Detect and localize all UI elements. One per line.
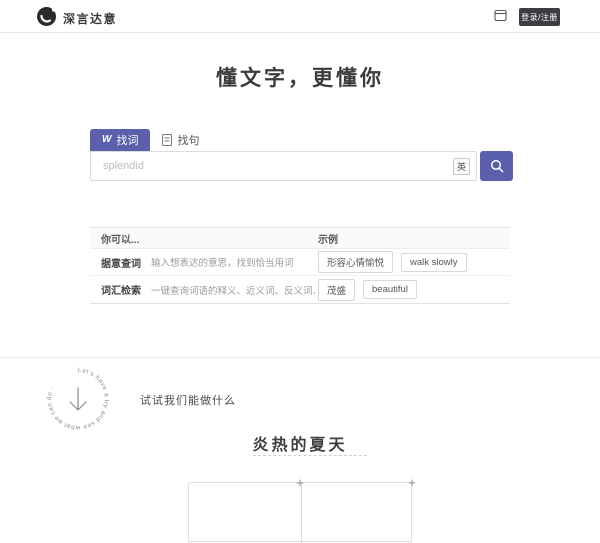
page: 深言达意 登录/注册 懂文字，更懂你 W 找词 找句 英 (0, 0, 600, 500)
example-tag[interactable]: walk slowly (401, 253, 467, 272)
corner-crosshair: + (408, 476, 416, 489)
search-mode-tabs: W 找词 找句 (90, 129, 211, 151)
example-tag[interactable]: 形容心情愉悦 (318, 251, 393, 273)
decorative-dashed-line (253, 455, 367, 456)
brand-title: 深言达意 (63, 10, 117, 27)
header-examples: 示例 (315, 231, 510, 246)
row-name: 据意查词 (101, 255, 141, 270)
scroll-down-circle: Let's have a try and see what we can do … (43, 364, 113, 434)
search-input[interactable] (90, 151, 477, 181)
table-row: 据意查词 输入想表达的意思，找到恰当用词 形容心情愉悦 walk slowly (90, 249, 510, 276)
page-title: 懂文字，更懂你 (0, 62, 600, 92)
example-tag[interactable]: 茂盛 (318, 279, 355, 301)
sentence-doc-icon (162, 134, 172, 146)
header: 深言达意 登录/注册 (0, 0, 600, 33)
logo-icon (36, 6, 57, 27)
search-bar: 英 (90, 151, 513, 181)
tab-find-words[interactable]: W 找词 (90, 129, 150, 151)
corner-crosshair: + (296, 476, 304, 489)
arrow-down-icon (70, 388, 86, 410)
row-name: 词汇检索 (101, 282, 141, 297)
demo-cards (188, 482, 412, 542)
search-button[interactable] (480, 151, 513, 181)
login-register-button[interactable]: 登录/注册 (519, 8, 560, 26)
header-you-can: 你可以... (90, 231, 315, 246)
examples-table-header: 你可以... 示例 (90, 228, 510, 249)
row-description: 输入想表达的意思，找到恰当用词 (151, 255, 294, 269)
table-row: 词汇检索 一键查询词语的释义、近义词、反义词、联想词等 茂盛 beautiful (90, 276, 510, 303)
card-divider (301, 483, 302, 543)
wantwords-logo-icon: W (102, 135, 111, 145)
examples-table: 你可以... 示例 据意查词 输入想表达的意思，找到恰当用词 形容心情愉悦 wa… (90, 227, 510, 304)
language-toggle[interactable]: 英 (453, 158, 470, 175)
browser-extension-icon[interactable] (494, 9, 507, 22)
row-description: 一键查询词语的释义、近义词、反义词、联想词等 (151, 283, 315, 297)
section-divider (0, 357, 600, 358)
tab-find-words-label: 找词 (116, 132, 138, 148)
tab-find-sentences[interactable]: 找句 (150, 129, 211, 151)
tab-find-sentences-label: 找句 (177, 132, 199, 148)
demo-phrase-title: 炎热的夏天 (0, 431, 600, 455)
example-tag[interactable]: beautiful (363, 280, 417, 299)
magnifier-icon (490, 159, 504, 173)
try-section-label: 试试我们能做什么 (140, 392, 236, 408)
